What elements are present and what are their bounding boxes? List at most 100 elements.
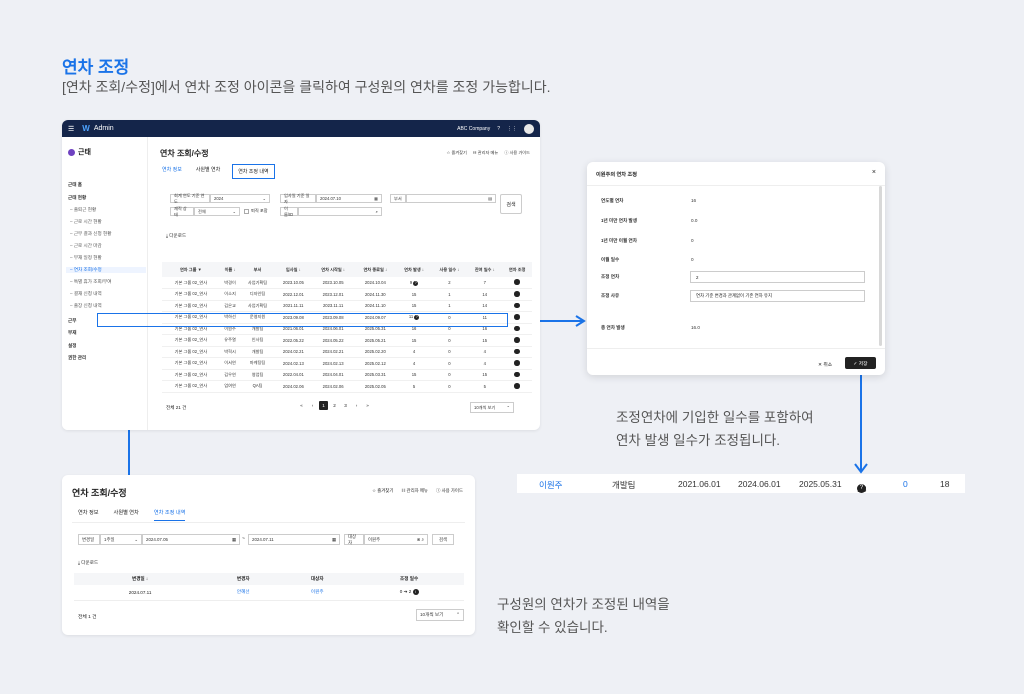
- tab-by-employee[interactable]: 사원별 연차: [194, 164, 222, 179]
- logo-icon: W: [82, 124, 90, 133]
- app-name: Admin: [93, 125, 114, 132]
- apps-grid-icon[interactable]: ⋮⋮: [507, 126, 517, 132]
- adjust-edit-icon[interactable]: [514, 371, 520, 377]
- sidebar-item[interactable]: 근무: [68, 318, 76, 324]
- adjust-edit-icon[interactable]: [514, 325, 520, 331]
- avatar[interactable]: [524, 123, 534, 134]
- admin-menu-link[interactable]: ☷ 관리자 메뉴: [473, 150, 498, 156]
- date-to-input[interactable]: 2024.07.11 ▦: [248, 534, 340, 545]
- admin-menu-link[interactable]: ☷ 관리자 메뉴: [401, 488, 428, 494]
- strip-name[interactable]: 이원주: [539, 479, 562, 491]
- tab-annual-info[interactable]: 연차 정보: [160, 164, 184, 179]
- attendance-icon: [68, 148, 75, 156]
- join-date-input[interactable]: 2024.07.10 ▦: [316, 194, 382, 203]
- name-input[interactable]: ⌕: [298, 207, 382, 216]
- sidebar-item[interactable]: – 연차 조회/수정: [66, 267, 146, 273]
- base-year-select[interactable]: 2024 ⌄: [210, 194, 270, 203]
- strip-end-date: 2025.05.31: [799, 479, 842, 489]
- history-tab-bar: 연차 정보 사원별 연차 연차 조정 내역: [78, 509, 186, 521]
- history-page-title: 연차 조회/수정: [72, 488, 127, 498]
- column-header[interactable]: 잔여 일수 ↓: [467, 262, 503, 277]
- column-header[interactable]: 연차 그룹 ▼: [162, 262, 220, 277]
- column-header[interactable]: 연차 발생 ↓: [396, 262, 432, 277]
- question-icon: ?: [857, 484, 866, 493]
- adjust-edit-icon[interactable]: [514, 302, 520, 308]
- page-button[interactable]: ‹: [308, 401, 317, 410]
- target-input[interactable]: 이원주 ⊗ ⌕: [364, 534, 428, 545]
- tab-adjust-history[interactable]: 연차 조정 내역: [153, 509, 186, 521]
- tab-annual-info[interactable]: 연차 정보: [78, 509, 99, 521]
- sidebar-item[interactable]: – 출장 신청 내역: [70, 303, 102, 309]
- page-size-select[interactable]: 10개씩 보기 ⌃: [470, 402, 514, 413]
- modal-scrollbar[interactable]: [879, 186, 882, 346]
- sidebar-item[interactable]: – 부재 일정 현황: [70, 255, 102, 261]
- sidebar-item[interactable]: 근태 홈: [68, 182, 82, 188]
- download-button[interactable]: ⤓ 다운로드: [166, 233, 186, 239]
- sidebar-item[interactable]: – 특별 휴가 조회/부여: [70, 279, 111, 285]
- checkbox-icon: [244, 208, 249, 214]
- table-row: 기본 그룹 02_연사 김은교 사업기획팀 2021.11.11 2023.11.11 2…: [162, 300, 532, 312]
- adjust-edit-icon[interactable]: [514, 348, 520, 354]
- sidebar-item[interactable]: – 근무 결과 신청 현황: [70, 231, 111, 237]
- page-button[interactable]: ›: [352, 401, 361, 410]
- strip-used[interactable]: 0: [903, 479, 908, 489]
- sidebar-item[interactable]: 근태 현황: [68, 195, 86, 201]
- dept-select[interactable]: ▤: [406, 194, 496, 203]
- favorite-link[interactable]: ☆ 즐겨찾기: [447, 150, 467, 156]
- history-page-size-select[interactable]: 10개씩 보기 ⌃: [416, 609, 464, 621]
- table-row: 기본 그룹 02_연사 엄여연 QA팀 2024.02.06 2024.02.06 202…: [162, 380, 532, 393]
- modal-field-label: 연도별 연차: [601, 198, 624, 203]
- menu-icon[interactable]: ☰: [68, 125, 74, 133]
- company-name: ABC Company: [457, 125, 491, 132]
- guide-link[interactable]: ⓘ 사용 가이드: [504, 150, 530, 156]
- adjust-edit-icon[interactable]: [514, 337, 520, 343]
- page-button[interactable]: 3: [341, 401, 350, 410]
- sidebar-item[interactable]: 권한 관리: [68, 355, 86, 361]
- adjust-edit-icon[interactable]: [514, 291, 520, 297]
- history-search-button[interactable]: 검색: [432, 534, 454, 545]
- sidebar-item[interactable]: 설정: [68, 343, 76, 349]
- sidebar-item[interactable]: – 근로 시간 마감: [70, 243, 102, 249]
- column-header[interactable]: 연차 조정: [502, 262, 532, 277]
- column-header[interactable]: 이름 ↓: [219, 262, 241, 277]
- col-changed-date[interactable]: 변경일 ↓: [74, 573, 207, 585]
- cancel-button[interactable]: ✕ 취소: [818, 361, 832, 368]
- guide-link[interactable]: ⓘ 사용 가이드: [436, 488, 463, 494]
- help-icon[interactable]: ?: [497, 126, 500, 132]
- sidebar-item[interactable]: – 근로 시간 현황: [70, 219, 102, 225]
- tab-adjust-history[interactable]: 연차 조정 내역: [232, 164, 275, 179]
- search-button[interactable]: 검색: [500, 194, 522, 214]
- save-button[interactable]: ✓ 저장: [845, 357, 876, 369]
- adjust-edit-icon[interactable]: [514, 383, 520, 389]
- sidebar-item[interactable]: – 결재 신청 내역: [70, 291, 102, 297]
- tab-by-employee[interactable]: 사원별 연차: [114, 509, 139, 521]
- page-button[interactable]: 1: [319, 401, 328, 410]
- page-button[interactable]: 2: [330, 401, 339, 410]
- retire-checkbox[interactable]: 퇴직 포함: [244, 208, 268, 214]
- page-button[interactable]: «: [297, 401, 306, 410]
- column-header[interactable]: 사용 일수 ↓: [431, 262, 468, 277]
- adjust-edit-icon[interactable]: [514, 314, 520, 320]
- strip-start-date: 2024.06.01: [738, 479, 781, 489]
- filter-type-select[interactable]: 변경일: [78, 534, 100, 545]
- status-select[interactable]: 전체 ⌄: [194, 207, 240, 216]
- history-download-button[interactable]: ⤓ 다운로드: [78, 560, 98, 566]
- column-header[interactable]: 부서: [240, 262, 275, 277]
- history-table: 변경일 ↓ 변경자 대상자 조정 일수 2024.07.11 안혜선 이원주 0…: [74, 573, 464, 601]
- column-header[interactable]: 입사일 ↓: [274, 262, 313, 277]
- adjusted-row-strip: 이원주 개발팀 2021.06.01 2024.06.01 2025.05.31…: [517, 474, 965, 494]
- adjust-edit-icon[interactable]: [514, 279, 520, 285]
- reason-input[interactable]: 연차 기준 변경과 관계없이 기존 연차 유지: [690, 290, 865, 302]
- table-row: 기본 그룹 02_연사 김우연 영업팀 2022.04.01 2024.04.01 202…: [162, 369, 532, 381]
- sidebar-item[interactable]: – 출퇴근 현황: [70, 207, 96, 213]
- adjust-edit-icon[interactable]: [514, 360, 520, 366]
- column-header[interactable]: 연차 종료일 ↓: [354, 262, 397, 277]
- favorite-link[interactable]: ☆ 즐겨찾기: [372, 488, 393, 494]
- sidebar-item[interactable]: 부재: [68, 330, 76, 336]
- filter-period-select[interactable]: 1주일 ⌄: [100, 534, 142, 545]
- column-header[interactable]: 연차 시작일 ↓: [312, 262, 355, 277]
- date-from-input[interactable]: 2024.07.05 ▦: [142, 534, 240, 545]
- page-button[interactable]: »: [363, 401, 372, 410]
- adjust-input[interactable]: 2: [690, 271, 865, 283]
- close-icon[interactable]: ×: [872, 169, 876, 176]
